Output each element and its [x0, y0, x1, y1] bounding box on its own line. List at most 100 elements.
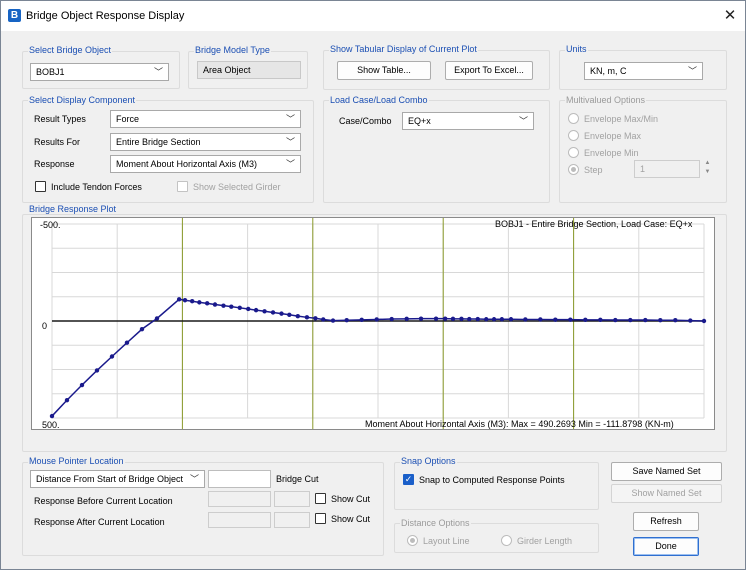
- girder-length-label: Girder Length: [517, 536, 573, 546]
- y-axis-zero-label: 0: [42, 321, 48, 331]
- env-maxmin-label: Envelope Max/Min: [584, 114, 659, 124]
- result-types-combo[interactable]: Force ﹀: [110, 110, 301, 128]
- app-icon: B: [8, 9, 21, 22]
- env-max-label: Envelope Max: [584, 131, 642, 141]
- distance-input[interactable]: [208, 470, 271, 488]
- response-point: [523, 317, 528, 322]
- bridge-response-window: B Bridge Object Response Display ✕ Selec…: [0, 0, 746, 570]
- units-label: Units: [565, 44, 588, 54]
- tabular-display-label: Show Tabular Display of Current Plot: [329, 44, 478, 54]
- response-label: Response: [34, 159, 75, 169]
- snap-checkbox[interactable]: ✓: [403, 474, 414, 485]
- snap-options-group: [394, 462, 599, 510]
- bridge-cut-label: Bridge Cut: [276, 474, 319, 484]
- units-value: KN, m, C: [590, 66, 627, 76]
- response-point: [475, 316, 480, 322]
- refresh-button[interactable]: Refresh: [633, 512, 699, 531]
- chevron-down-icon: ﹀: [518, 116, 528, 126]
- response-point: [229, 304, 234, 309]
- response-point: [124, 340, 130, 345]
- show-table-button[interactable]: Show Table...: [337, 61, 431, 80]
- env-maxmin-radio[interactable]: [568, 113, 579, 124]
- done-button[interactable]: Done: [633, 537, 699, 556]
- response-point: [49, 413, 55, 419]
- response-point: [583, 317, 588, 323]
- title-bar: B Bridge Object Response Display ✕: [1, 1, 745, 31]
- display-component-label: Select Display Component: [28, 95, 137, 105]
- response-point: [450, 316, 456, 322]
- response-point: [673, 318, 678, 323]
- include-tendon-checkbox[interactable]: [35, 181, 46, 192]
- response-point: [459, 316, 464, 322]
- response-point: [321, 317, 326, 322]
- load-case-label: Load Case/Load Combo: [329, 95, 429, 105]
- distance-from-start-combo[interactable]: Distance From Start of Bridge Object ﹀: [30, 470, 205, 488]
- results-for-label: Results For: [34, 137, 81, 147]
- response-before-field-2: [274, 491, 310, 507]
- girder-length-radio[interactable]: [501, 535, 512, 546]
- close-icon[interactable]: ✕: [720, 6, 740, 26]
- show-named-set-button[interactable]: Show Named Set: [611, 484, 722, 503]
- step-radio[interactable]: [568, 164, 579, 175]
- response-point: [189, 299, 195, 304]
- response-point: [628, 317, 633, 323]
- response-value: Moment About Horizontal Axis (M3): [116, 159, 258, 169]
- chevron-down-icon: ﹀: [285, 159, 295, 169]
- show-selected-girder-checkbox[interactable]: [177, 181, 188, 192]
- case-combo-label: Case/Combo: [339, 116, 392, 126]
- y-axis-top-label: -500.: [40, 220, 61, 230]
- y-axis-bottom-label: 500.: [42, 420, 60, 430]
- bridge-object-combo[interactable]: BOBJ1 ﹀: [30, 63, 169, 81]
- response-point: [598, 317, 603, 323]
- snap-options-label: Snap Options: [400, 456, 457, 466]
- response-plot-area[interactable]: BOBJ1 - Entire Bridge Section, Load Case…: [31, 217, 715, 430]
- response-point: [109, 354, 115, 359]
- response-point: [304, 315, 310, 320]
- step-value: 1: [640, 164, 646, 174]
- response-point: [568, 317, 573, 322]
- results-for-value: Entire Bridge Section: [116, 137, 201, 147]
- response-after-field: [208, 512, 271, 528]
- env-max-radio[interactable]: [568, 130, 579, 141]
- response-point: [204, 301, 210, 306]
- response-combo[interactable]: Moment About Horizontal Axis (M3) ﹀: [110, 155, 301, 173]
- distance-from-start-value: Distance From Start of Bridge Object: [36, 474, 184, 484]
- step-label: Step: [584, 165, 603, 175]
- export-excel-button[interactable]: Export To Excel...: [445, 61, 533, 80]
- env-min-radio[interactable]: [568, 147, 579, 158]
- response-point: [467, 316, 472, 322]
- response-point: [270, 310, 276, 315]
- show-cut-before-checkbox[interactable]: [315, 493, 326, 504]
- response-point: [613, 317, 618, 323]
- step-field[interactable]: 1: [634, 160, 700, 178]
- show-cut-after-label: Show Cut: [331, 514, 371, 524]
- chevron-down-icon: ﹀: [285, 137, 295, 147]
- response-chart: [49, 218, 707, 429]
- response-point: [344, 318, 349, 323]
- select-bridge-object-label: Select Bridge Object: [28, 45, 113, 55]
- response-point: [176, 297, 182, 302]
- response-after-label: Response After Current Location: [34, 517, 165, 527]
- results-for-combo[interactable]: Entire Bridge Section ﹀: [110, 133, 301, 151]
- chevron-down-icon: ﹀: [189, 474, 199, 484]
- response-point: [262, 309, 267, 314]
- layout-line-radio[interactable]: [407, 535, 418, 546]
- include-tendon-label: Include Tendon Forces: [51, 182, 142, 192]
- chevron-down-icon: ﹀: [285, 114, 295, 124]
- response-point: [197, 300, 202, 305]
- show-cut-after-checkbox[interactable]: [315, 513, 326, 524]
- response-point: [221, 303, 226, 308]
- result-types-value: Force: [116, 114, 140, 124]
- units-combo[interactable]: KN, m, C ﹀: [584, 62, 703, 80]
- step-spinner-icon[interactable]: ▲ ▼: [703, 159, 712, 177]
- response-point: [374, 317, 379, 322]
- case-combo[interactable]: EQ+x ﹀: [402, 112, 534, 130]
- chevron-down-icon: ﹀: [687, 66, 697, 76]
- response-point: [433, 316, 439, 321]
- save-named-set-button[interactable]: Save Named Set: [611, 462, 722, 481]
- bridge-model-type-value: Area Object: [197, 61, 301, 79]
- response-point: [418, 316, 424, 321]
- response-point: [279, 311, 284, 316]
- layout-line-label: Layout Line: [423, 536, 470, 546]
- response-point: [139, 326, 145, 332]
